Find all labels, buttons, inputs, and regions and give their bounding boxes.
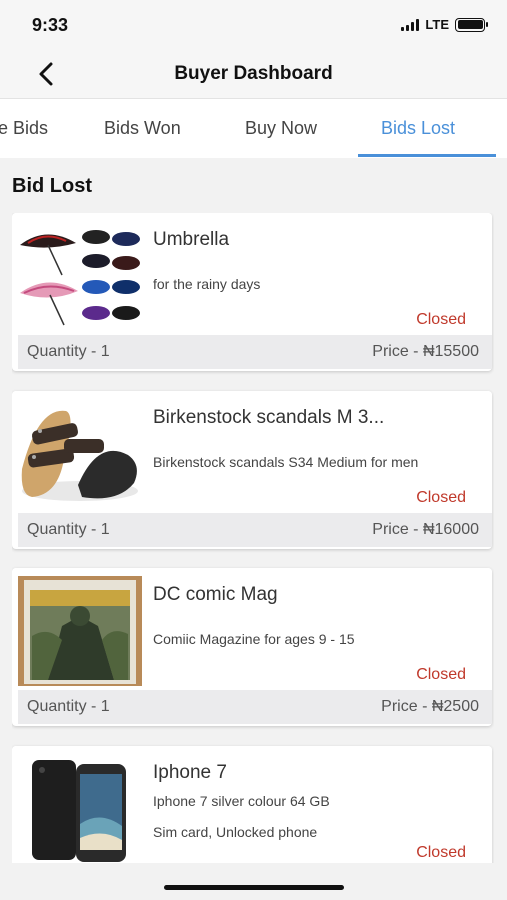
- tab-bids-lost[interactable]: Bids Lost: [381, 118, 455, 139]
- list-item[interactable]: Umbrella for the rainy days Closed Quant…: [12, 213, 492, 371]
- item-quantity: Quantity - 1: [27, 343, 110, 360]
- signal-icon: [401, 18, 420, 31]
- item-description: for the rainy days: [153, 276, 261, 292]
- section-title: Bid Lost: [12, 175, 92, 197]
- status-badge: Closed: [416, 489, 466, 506]
- tab-live-bids[interactable]: e Bids: [0, 118, 48, 139]
- item-price: Price - ₦2500: [381, 698, 479, 715]
- comic-image: [18, 576, 142, 686]
- network-label: LTE: [425, 17, 449, 32]
- status-time: 9:33: [32, 15, 69, 35]
- status-badge: Closed: [416, 666, 466, 683]
- status-indicators: LTE: [401, 17, 488, 32]
- list-item[interactable]: Iphone 7 Iphone 7 silver colour 64 GB Si…: [12, 746, 492, 863]
- home-indicator[interactable]: [164, 885, 344, 890]
- active-tab-indicator: [358, 154, 496, 157]
- item-name: DC comic Mag: [153, 584, 278, 605]
- item-footer: Quantity - 1 Price - ₦16000: [18, 513, 492, 547]
- item-description: Comiic Magazine for ages 9 - 15: [153, 631, 355, 647]
- item-name: Umbrella: [153, 229, 230, 250]
- sandals-image: [18, 399, 142, 509]
- item-description: Iphone 7 silver colour 64 GB: [153, 793, 330, 809]
- page-title: Buyer Dashboard: [174, 63, 333, 84]
- status-bar: 9:33 LTE: [0, 0, 507, 50]
- phone-image: [18, 754, 142, 863]
- umbrella-image: [18, 221, 142, 331]
- bid-lost-list: Umbrella for the rainy days Closed Quant…: [12, 213, 494, 863]
- battery-icon: [455, 17, 488, 32]
- item-description: Birkenstock scandals S34 Medium for men: [153, 454, 419, 470]
- item-footer: Quantity - 1 Price - ₦2500: [18, 690, 492, 724]
- status-badge: Closed: [416, 311, 466, 328]
- item-name: Birkenstock scandals M 3...: [153, 407, 385, 428]
- tab-bar: e Bids Bids Won Buy Now Bids Lost: [0, 98, 507, 158]
- nav-header: Buyer Dashboard: [0, 50, 507, 98]
- list-item[interactable]: Birkenstock scandals M 3... Birkenstock …: [12, 391, 492, 549]
- tab-buy-now[interactable]: Buy Now: [245, 118, 317, 139]
- item-quantity: Quantity - 1: [27, 698, 110, 715]
- status-badge: Closed: [416, 844, 466, 861]
- item-footer: Quantity - 1 Price - ₦15500: [18, 335, 492, 369]
- tab-bids-won[interactable]: Bids Won: [104, 118, 181, 139]
- list-item[interactable]: DC comic Mag Comiic Magazine for ages 9 …: [12, 568, 492, 726]
- item-quantity: Quantity - 1: [27, 521, 110, 538]
- item-name: Iphone 7: [153, 762, 227, 783]
- item-description-line-2: Sim card, Unlocked phone: [153, 824, 318, 840]
- item-price: Price - ₦16000: [372, 521, 479, 538]
- item-price: Price - ₦15500: [372, 343, 479, 360]
